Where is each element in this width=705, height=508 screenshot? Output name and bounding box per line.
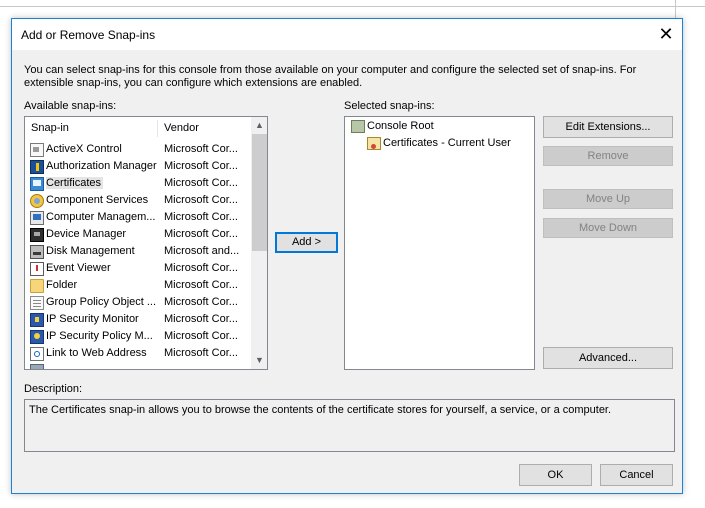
available-snapins-rows: ActiveX Control Microsoft Cor... Authori…: [25, 142, 250, 369]
snapin-vendor: Microsoft and...: [164, 245, 240, 257]
scroll-down-arrow-icon[interactable]: ▼: [251, 352, 267, 369]
snapin-name: Event Viewer: [46, 262, 111, 274]
snapin-name: IP Security Monitor: [46, 313, 139, 325]
snapin-vendor: Microsoft Cor...: [164, 330, 238, 342]
close-icon: ✕: [658, 23, 674, 44]
snapin-vendor: Microsoft Cor...: [164, 160, 238, 172]
snapin-vendor: Microsoft Cor...: [164, 228, 238, 240]
vertical-scrollbar[interactable]: ▲ ▼: [251, 117, 267, 369]
snapin-vendor: Microsoft Cor...: [164, 347, 238, 359]
available-snapins-label: Available snap-ins:: [24, 100, 117, 112]
event-viewer-icon: [30, 262, 44, 276]
move-down-button[interactable]: Move Down: [543, 218, 673, 238]
add-button[interactable]: Add >: [275, 232, 338, 253]
folder-icon: [30, 279, 44, 293]
list-item-folder[interactable]: Folder Microsoft Cor...: [25, 278, 250, 295]
snapin-vendor: Microsoft Cor...: [164, 262, 238, 274]
background-divider-vertical: [675, 0, 676, 18]
list-item-device-manager[interactable]: Device Manager Microsoft Cor...: [25, 227, 250, 244]
device-manager-icon: [30, 228, 44, 242]
snapin-name: Authorization Manager: [46, 160, 157, 172]
available-snapins-list[interactable]: Snap-in Vendor ActiveX Control Microsoft…: [24, 116, 268, 370]
tree-node-label: Console Root: [367, 120, 434, 132]
intro-text: You can select snap-ins for this console…: [24, 64, 637, 89]
dialog-title: Add or Remove Snap-ins: [21, 28, 156, 42]
remove-button[interactable]: Remove: [543, 146, 673, 166]
snapin-name: Certificates: [46, 177, 104, 189]
partial-row-icon: [30, 364, 44, 369]
column-header-vendor[interactable]: Vendor: [158, 117, 242, 139]
list-item-certificates[interactable]: Certificates Microsoft Cor...: [25, 176, 250, 193]
list-item-authorization-manager[interactable]: Authorization Manager Microsoft Cor...: [25, 159, 250, 176]
cancel-button[interactable]: Cancel: [600, 464, 673, 486]
disk-management-icon: [30, 245, 44, 259]
snapin-vendor: Microsoft Cor...: [164, 296, 238, 308]
list-item-computer-management[interactable]: Computer Managem... Microsoft Cor...: [25, 210, 250, 227]
snapin-name: Disk Management: [46, 245, 135, 257]
authorization-manager-icon: [30, 160, 44, 174]
snapin-vendor: Microsoft Cor...: [164, 313, 238, 325]
selected-snapins-label: Selected snap-ins:: [344, 100, 435, 112]
description-label: Description:: [24, 383, 83, 395]
background-window: [0, 0, 705, 18]
snapin-vendor: Microsoft Cor...: [164, 177, 238, 189]
certificates-current-user-icon: [367, 137, 381, 150]
snapin-vendor: Microsoft Cor...: [164, 211, 238, 223]
ok-button[interactable]: OK: [519, 464, 592, 486]
ip-security-monitor-icon: [30, 313, 44, 327]
edit-extensions-button[interactable]: Edit Extensions...: [543, 116, 673, 138]
add-remove-snapins-dialog: Add or Remove Snap-ins ✕ You can select …: [11, 18, 683, 494]
list-item-ip-security-policy[interactable]: IP Security Policy M... Microsoft Cor...: [25, 329, 250, 346]
link-to-web-address-icon: [30, 347, 44, 361]
list-item-link-to-web-address[interactable]: Link to Web Address Microsoft Cor...: [25, 346, 250, 363]
selected-snapins-tree[interactable]: Console Root Certificates - Current User: [344, 116, 535, 370]
snapin-name: ActiveX Control: [46, 143, 122, 155]
list-item-component-services[interactable]: Component Services Microsoft Cor...: [25, 193, 250, 210]
scroll-thumb[interactable]: [252, 134, 267, 251]
advanced-button[interactable]: Advanced...: [543, 347, 673, 369]
column-header-snapin[interactable]: Snap-in: [25, 117, 157, 139]
list-item-disk-management[interactable]: Disk Management Microsoft and...: [25, 244, 250, 261]
scroll-up-arrow-icon[interactable]: ▲: [251, 117, 267, 134]
ip-security-policy-icon: [30, 330, 44, 344]
snapin-vendor: Microsoft Cor...: [164, 143, 238, 155]
title-bar: Add or Remove Snap-ins ✕: [12, 19, 682, 50]
activex-control-icon: [30, 143, 44, 157]
snapin-name: Device Manager: [46, 228, 127, 240]
snapin-vendor: Microsoft Cor...: [164, 279, 238, 291]
list-item-event-viewer[interactable]: Event Viewer Microsoft Cor...: [25, 261, 250, 278]
snapin-name: IP Security Policy M...: [46, 330, 153, 342]
group-policy-object-icon: [30, 296, 44, 310]
list-item-group-policy-object[interactable]: Group Policy Object ... Microsoft Cor...: [25, 295, 250, 312]
list-item-activex-control[interactable]: ActiveX Control Microsoft Cor...: [25, 142, 250, 159]
snapin-name: Group Policy Object ...: [46, 296, 157, 308]
computer-management-icon: [30, 211, 44, 225]
snapin-name: Component Services: [46, 194, 149, 206]
description-text: The Certificates snap-in allows you to b…: [29, 404, 612, 416]
list-item-partial[interactable]: [25, 363, 250, 369]
console-root-icon: [351, 120, 365, 133]
snapin-name: Computer Managem...: [46, 211, 156, 223]
snapin-vendor: Microsoft Cor...: [164, 194, 238, 206]
background-divider: [0, 6, 705, 7]
snapin-name: Folder: [46, 279, 78, 291]
tree-node-label: Certificates - Current User: [383, 137, 511, 149]
component-services-icon: [30, 194, 44, 208]
move-up-button[interactable]: Move Up: [543, 189, 673, 209]
certificates-icon: [30, 177, 44, 191]
snapin-name: Link to Web Address: [46, 347, 147, 359]
list-item-ip-security-monitor[interactable]: IP Security Monitor Microsoft Cor...: [25, 312, 250, 329]
close-button[interactable]: ✕: [650, 20, 682, 48]
description-box: The Certificates snap-in allows you to b…: [24, 399, 675, 452]
